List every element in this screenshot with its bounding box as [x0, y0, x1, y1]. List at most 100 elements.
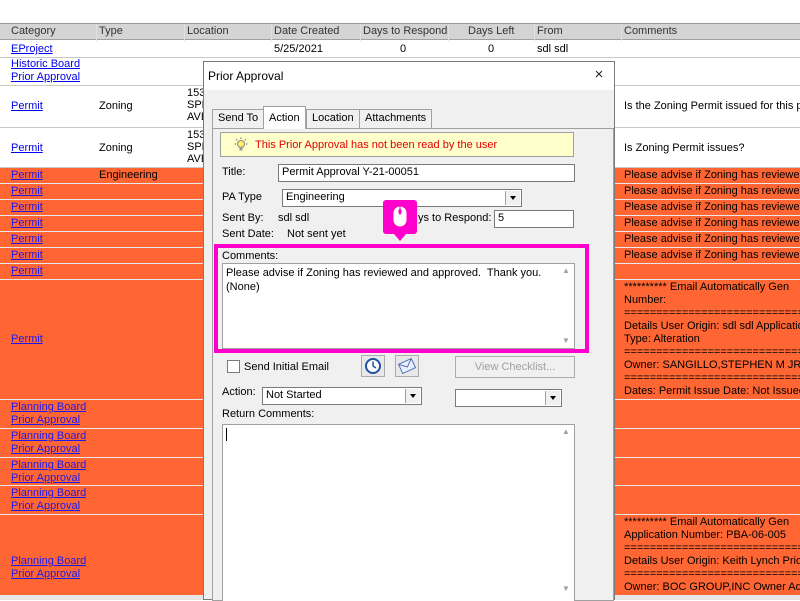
category-link[interactable]: Planning Board: [11, 487, 86, 500]
action-value: Not Started: [266, 389, 322, 401]
location: 153 SPR AVE: [187, 129, 203, 165]
type: Zoning: [99, 142, 133, 154]
category-link-line2[interactable]: Prior Approval: [11, 568, 80, 581]
return-comments-label: Return Comments:: [222, 408, 315, 420]
comments: Please advise if Zoning has reviewed: [624, 169, 800, 181]
category-link-line2[interactable]: Prior Approval: [11, 472, 80, 485]
chevron-down-icon[interactable]: [505, 191, 520, 205]
comments-highlight-box: [214, 244, 589, 353]
category-link[interactable]: Historic Board: [11, 58, 80, 71]
category-link[interactable]: Planning Board: [11, 401, 86, 414]
text-cursor: [226, 428, 227, 441]
comments-line: Details User Origin: Keith Lynch Prior: [624, 555, 800, 567]
header-comments[interactable]: Comments: [624, 25, 677, 37]
from: sdl sdl: [537, 43, 569, 55]
comments-line: Dates: Permit Issue Date: Not Issued: [624, 385, 800, 397]
mouse-icon: [392, 205, 408, 228]
category-link[interactable]: Permit: [11, 142, 43, 155]
chevron-down-icon[interactable]: [545, 391, 560, 405]
pa-type-value: Engineering: [286, 191, 345, 203]
comments: Is Zoning Permit issues?: [624, 142, 745, 154]
comments: Is the Zoning Permit issued for this p: [624, 100, 800, 112]
comments-line: ================================: [624, 542, 800, 554]
header-from[interactable]: From: [537, 25, 563, 37]
category-link-line2[interactable]: Prior Approval: [11, 71, 80, 84]
category-link[interactable]: Permit: [11, 169, 43, 182]
chevron-down-icon[interactable]: [405, 389, 420, 403]
category-link[interactable]: Permit: [11, 249, 43, 262]
comments-line: Owner: SANGILLO,STEPHEN M JR &: [624, 359, 800, 371]
category-link[interactable]: Permit: [11, 185, 43, 198]
comments: Please advise if Zoning has reviewed: [624, 233, 800, 245]
category-link[interactable]: Permit: [11, 201, 43, 214]
close-icon[interactable]: ×: [590, 66, 608, 84]
days-to-respond-field[interactable]: 5: [494, 210, 574, 228]
tab-attachments[interactable]: Attachments: [359, 109, 433, 128]
dialog-titlebar[interactable]: Prior Approval ×: [204, 62, 614, 90]
category-link[interactable]: Permit: [11, 265, 43, 278]
tab-send-to[interactable]: Send To: [212, 109, 265, 128]
days-to-respond-label: ys to Respond:: [418, 212, 492, 224]
comments-line: Owner: BOC GROUP,INC Owner Add: [624, 581, 800, 593]
comments: Please advise if Zoning has reviewed: [624, 185, 800, 197]
email-button[interactable]: [395, 355, 419, 377]
category-link[interactable]: Planning Board: [11, 430, 86, 443]
sent-date-value: Not sent yet: [287, 228, 346, 240]
comments-line: ================================: [624, 372, 800, 384]
clock-button[interactable]: [361, 355, 385, 377]
comments-line: Number:: [624, 294, 667, 306]
tab-label: Send To: [218, 112, 259, 124]
view-checklist-button[interactable]: View Checklist...: [455, 356, 575, 378]
header-location[interactable]: Location: [187, 25, 229, 37]
category-link[interactable]: Planning Board: [11, 459, 86, 472]
category-link[interactable]: EProject: [11, 43, 53, 56]
category-link[interactable]: Permit: [11, 217, 43, 230]
header-type[interactable]: Type: [99, 25, 123, 37]
tab-location[interactable]: Location: [306, 109, 360, 128]
tab-label: Attachments: [365, 112, 427, 124]
category-link[interactable]: Permit: [11, 100, 43, 113]
scroll-down-icon[interactable]: ▼: [561, 585, 571, 593]
header-days-to-respond[interactable]: Days to Respond: [363, 25, 447, 37]
unread-notice: This Prior Approval has not been read by…: [220, 132, 574, 157]
scroll-up-icon[interactable]: ▲: [561, 428, 571, 436]
action-select[interactable]: Not Started: [262, 387, 422, 405]
category-link-line2[interactable]: Prior Approval: [11, 500, 80, 513]
sent-by-value: sdl sdl: [278, 212, 310, 224]
grid-header: Category Type Location Date Created Days…: [0, 24, 800, 40]
days-to-respond: 0: [400, 43, 407, 55]
comments-line: Type: Alteration: [624, 333, 700, 345]
send-initial-email-label: Send Initial Email: [244, 361, 329, 373]
title-label: Title:: [222, 166, 246, 178]
return-comments-textarea[interactable]: [222, 424, 575, 601]
notice-text: This Prior Approval has not been read by…: [255, 139, 498, 151]
dialog-title: Prior Approval: [208, 69, 284, 83]
comments-line: Details User Origin: sdl sdl Application: [624, 320, 800, 332]
category-link[interactable]: Planning Board: [11, 555, 86, 568]
clock-icon: [365, 358, 381, 374]
comments: Please advise if Zoning has reviewed: [624, 201, 800, 213]
comments: Please advise if Zoning has reviewed: [624, 249, 800, 261]
header-date-created[interactable]: Date Created: [274, 25, 339, 37]
category-link-line2[interactable]: Prior Approval: [11, 414, 80, 427]
date-created: 5/25/2021: [274, 43, 323, 55]
category-link[interactable]: Permit: [11, 233, 43, 246]
secondary-select[interactable]: [455, 389, 562, 407]
action-label: Action:: [222, 386, 256, 398]
category-link-line2[interactable]: Prior Approval: [11, 443, 80, 456]
header-days-left[interactable]: Days Left: [468, 25, 514, 37]
title-field[interactable]: Permit Approval Y-21-00051: [278, 164, 575, 182]
toolbar-strip: [0, 0, 800, 24]
tab-label: Location: [312, 112, 354, 124]
type: Engineering: [99, 169, 158, 181]
comments-line: ================================: [624, 346, 800, 358]
send-initial-email-checkbox[interactable]: [227, 360, 240, 373]
location: 153 SPR AVE: [187, 87, 203, 123]
tab-action[interactable]: Action: [263, 106, 306, 129]
table-row[interactable]: EProject 5/25/2021 0 0 sdl sdl: [0, 41, 800, 58]
mouse-click-marker: [383, 200, 417, 241]
comments-line: ********** Email Automatically Gen: [624, 516, 790, 528]
days-left: 0: [488, 43, 495, 55]
header-category[interactable]: Category: [11, 25, 56, 37]
category-link[interactable]: Permit: [11, 333, 43, 346]
